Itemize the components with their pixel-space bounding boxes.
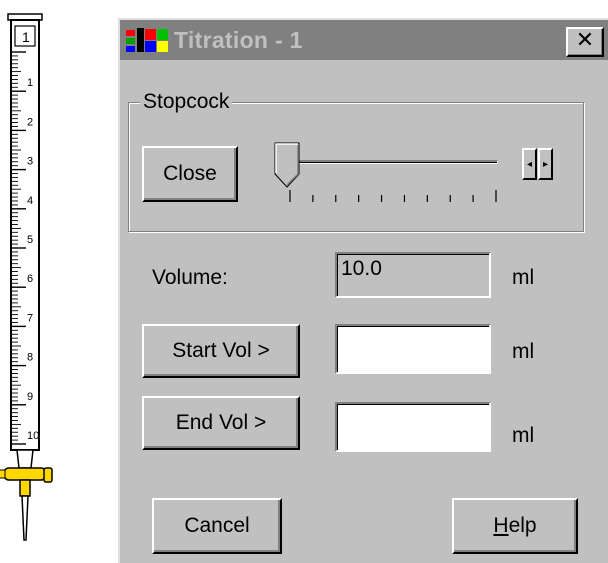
volume-unit: ml xyxy=(512,266,535,289)
stopcock-close-button[interactable]: Close xyxy=(142,146,238,202)
burette-scale-label: 9 xyxy=(27,391,33,403)
burette-image: 1 1 2 3 4 5 6 7 8 9 10 xyxy=(0,13,53,541)
title-bar[interactable]: Titration - 1 ✕ xyxy=(120,20,608,60)
volume-value-field: 10.0 xyxy=(335,252,491,298)
stopcock-slider-ticks xyxy=(289,190,497,202)
help-label-rest: elp xyxy=(508,514,537,537)
burette-scale-label: 3 xyxy=(27,156,33,168)
burette-scale-label: 10 xyxy=(27,430,39,442)
cancel-button[interactable]: Cancel xyxy=(152,498,282,554)
burette-scale-label: 4 xyxy=(27,195,33,207)
spin-left-button[interactable]: ◂ xyxy=(522,148,537,180)
start-vol-button[interactable]: Start Vol > xyxy=(142,324,300,378)
burette-scale-label: 7 xyxy=(27,312,33,324)
end-vol-unit: ml xyxy=(512,424,535,447)
burette-top-label: 1 xyxy=(22,29,30,45)
close-button[interactable]: ✕ xyxy=(566,27,604,57)
window-title: Titration - 1 xyxy=(174,27,303,53)
help-hotkey: H xyxy=(493,514,509,537)
spin-right-button[interactable]: ▸ xyxy=(538,148,553,180)
windows-logo-icon xyxy=(126,28,168,52)
burette-scale-label: 2 xyxy=(27,116,33,128)
start-vol-unit: ml xyxy=(512,340,535,363)
start-vol-field[interactable] xyxy=(335,324,491,374)
end-vol-button[interactable]: End Vol > xyxy=(142,396,300,450)
stopcock-group-label: Stopcock xyxy=(140,90,233,114)
stopcock-slider-thumb[interactable] xyxy=(274,142,300,188)
end-vol-field[interactable] xyxy=(335,402,491,452)
help-button[interactable]: Help xyxy=(452,498,578,554)
burette-scale-label: 1 xyxy=(27,77,33,89)
burette-scale-label: 8 xyxy=(27,352,33,364)
stopcock-valve xyxy=(0,467,53,497)
titration-dialog: Titration - 1 ✕ Stopcock Close ◂ ▸ Volum… xyxy=(118,18,608,563)
volume-label: Volume: xyxy=(152,266,228,289)
burette-scale-label: 5 xyxy=(27,234,33,246)
burette-scale-label: 6 xyxy=(27,273,33,285)
stopcock-slider-track[interactable] xyxy=(288,160,498,164)
